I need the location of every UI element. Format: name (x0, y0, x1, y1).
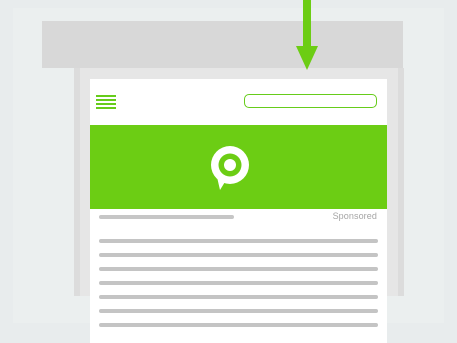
search-input[interactable] (244, 94, 377, 108)
browser-top-bar (42, 21, 403, 68)
page-header (90, 79, 387, 125)
text-line-placeholder (99, 295, 378, 299)
arrow-down-icon (296, 0, 318, 70)
article-text-placeholder (99, 239, 378, 337)
mobile-page: Sponsored (90, 79, 387, 343)
text-line-placeholder (99, 281, 378, 285)
text-line-placeholder (99, 309, 378, 313)
hamburger-menu-icon[interactable] (96, 95, 116, 109)
text-line-placeholder (99, 253, 378, 257)
location-pin-chat-icon (211, 146, 249, 190)
text-line-placeholder (99, 323, 378, 327)
ad-banner[interactable] (90, 125, 387, 209)
text-line-placeholder (99, 239, 378, 243)
ad-title-placeholder (99, 215, 234, 219)
text-line-placeholder (99, 267, 378, 271)
sponsored-label: Sponsored (332, 211, 377, 221)
